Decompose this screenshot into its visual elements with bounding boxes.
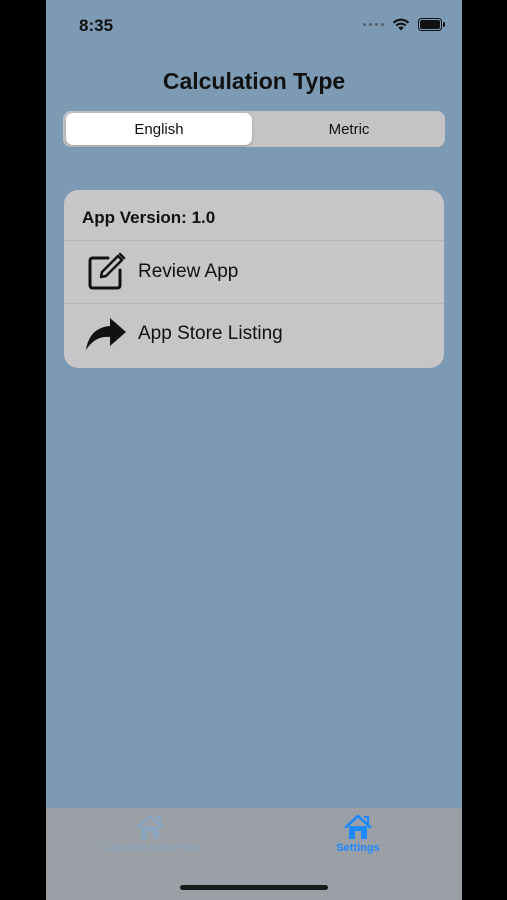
phone-screen: 8:35 Calculation Type English Metric App… xyxy=(46,0,462,900)
battery-icon xyxy=(418,18,445,31)
app-store-listing-row[interactable]: App Store Listing xyxy=(64,303,444,365)
segment-english[interactable]: English xyxy=(66,113,252,145)
tab-settings[interactable]: Settings xyxy=(278,814,438,854)
status-time: 8:35 xyxy=(79,16,114,35)
page-title: Calculation Type xyxy=(162,68,346,94)
review-app-label: Review App xyxy=(138,261,239,282)
review-app-row[interactable]: Review App xyxy=(64,241,444,303)
calculation-type-segmented-control[interactable]: English Metric xyxy=(63,111,445,147)
house-icon xyxy=(344,814,372,839)
tab-calculate-dew-point[interactable]: Calculate Dew Point xyxy=(70,814,230,854)
home-indicator[interactable] xyxy=(180,885,328,890)
share-arrow-icon xyxy=(84,312,128,356)
status-bar: 8:35 xyxy=(46,0,462,50)
wifi-icon xyxy=(392,18,410,31)
settings-card: App Version: 1.0 Review App App Store Li… xyxy=(64,190,444,368)
tab-label: Settings xyxy=(336,842,380,854)
tab-label: Calculate Dew Point xyxy=(100,842,200,854)
segment-metric[interactable]: Metric xyxy=(256,113,442,145)
app-store-listing-label: App Store Listing xyxy=(138,323,283,344)
house-icon xyxy=(136,814,164,839)
app-version-label: App Version: 1.0 xyxy=(82,208,216,227)
signal-icon xyxy=(363,23,384,26)
edit-icon xyxy=(84,250,128,294)
status-icons xyxy=(363,18,446,31)
